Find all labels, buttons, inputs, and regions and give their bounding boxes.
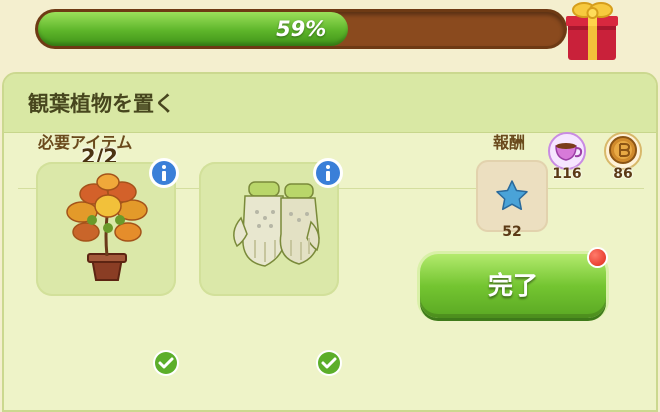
coin-icon xyxy=(604,132,642,170)
blue-star-icon xyxy=(496,180,528,211)
required-item-plant[interactable] xyxy=(36,158,179,296)
teacup-icon xyxy=(548,132,586,170)
garden-gloves-icon xyxy=(233,181,320,267)
reward-label: 報酬 xyxy=(493,133,526,152)
info-icon[interactable] xyxy=(312,157,344,189)
coin-count: 86 xyxy=(613,166,633,182)
progress-bar: 59% xyxy=(38,12,564,46)
teacup-count: 116 xyxy=(552,166,582,182)
notification-badge xyxy=(589,249,606,266)
check-icon xyxy=(153,350,179,376)
top-bar: 59% xyxy=(0,0,660,70)
potted-plant-icon xyxy=(66,173,148,281)
resource-coin: 86 xyxy=(600,132,646,182)
progress-label: 59% xyxy=(276,17,327,41)
check-icon xyxy=(316,350,342,376)
info-icon[interactable] xyxy=(148,157,180,189)
complete-button[interactable]: 完了 xyxy=(420,254,606,318)
reward-count: 52 xyxy=(502,224,522,240)
panel-header: 観葉植物を置く xyxy=(4,74,656,133)
quest-title: 観葉植物を置く xyxy=(28,92,175,116)
reward-item[interactable] xyxy=(476,160,548,232)
resource-teacup: 116 xyxy=(544,132,590,182)
required-item-gloves[interactable] xyxy=(199,158,343,296)
gift-box-icon[interactable] xyxy=(560,0,624,62)
